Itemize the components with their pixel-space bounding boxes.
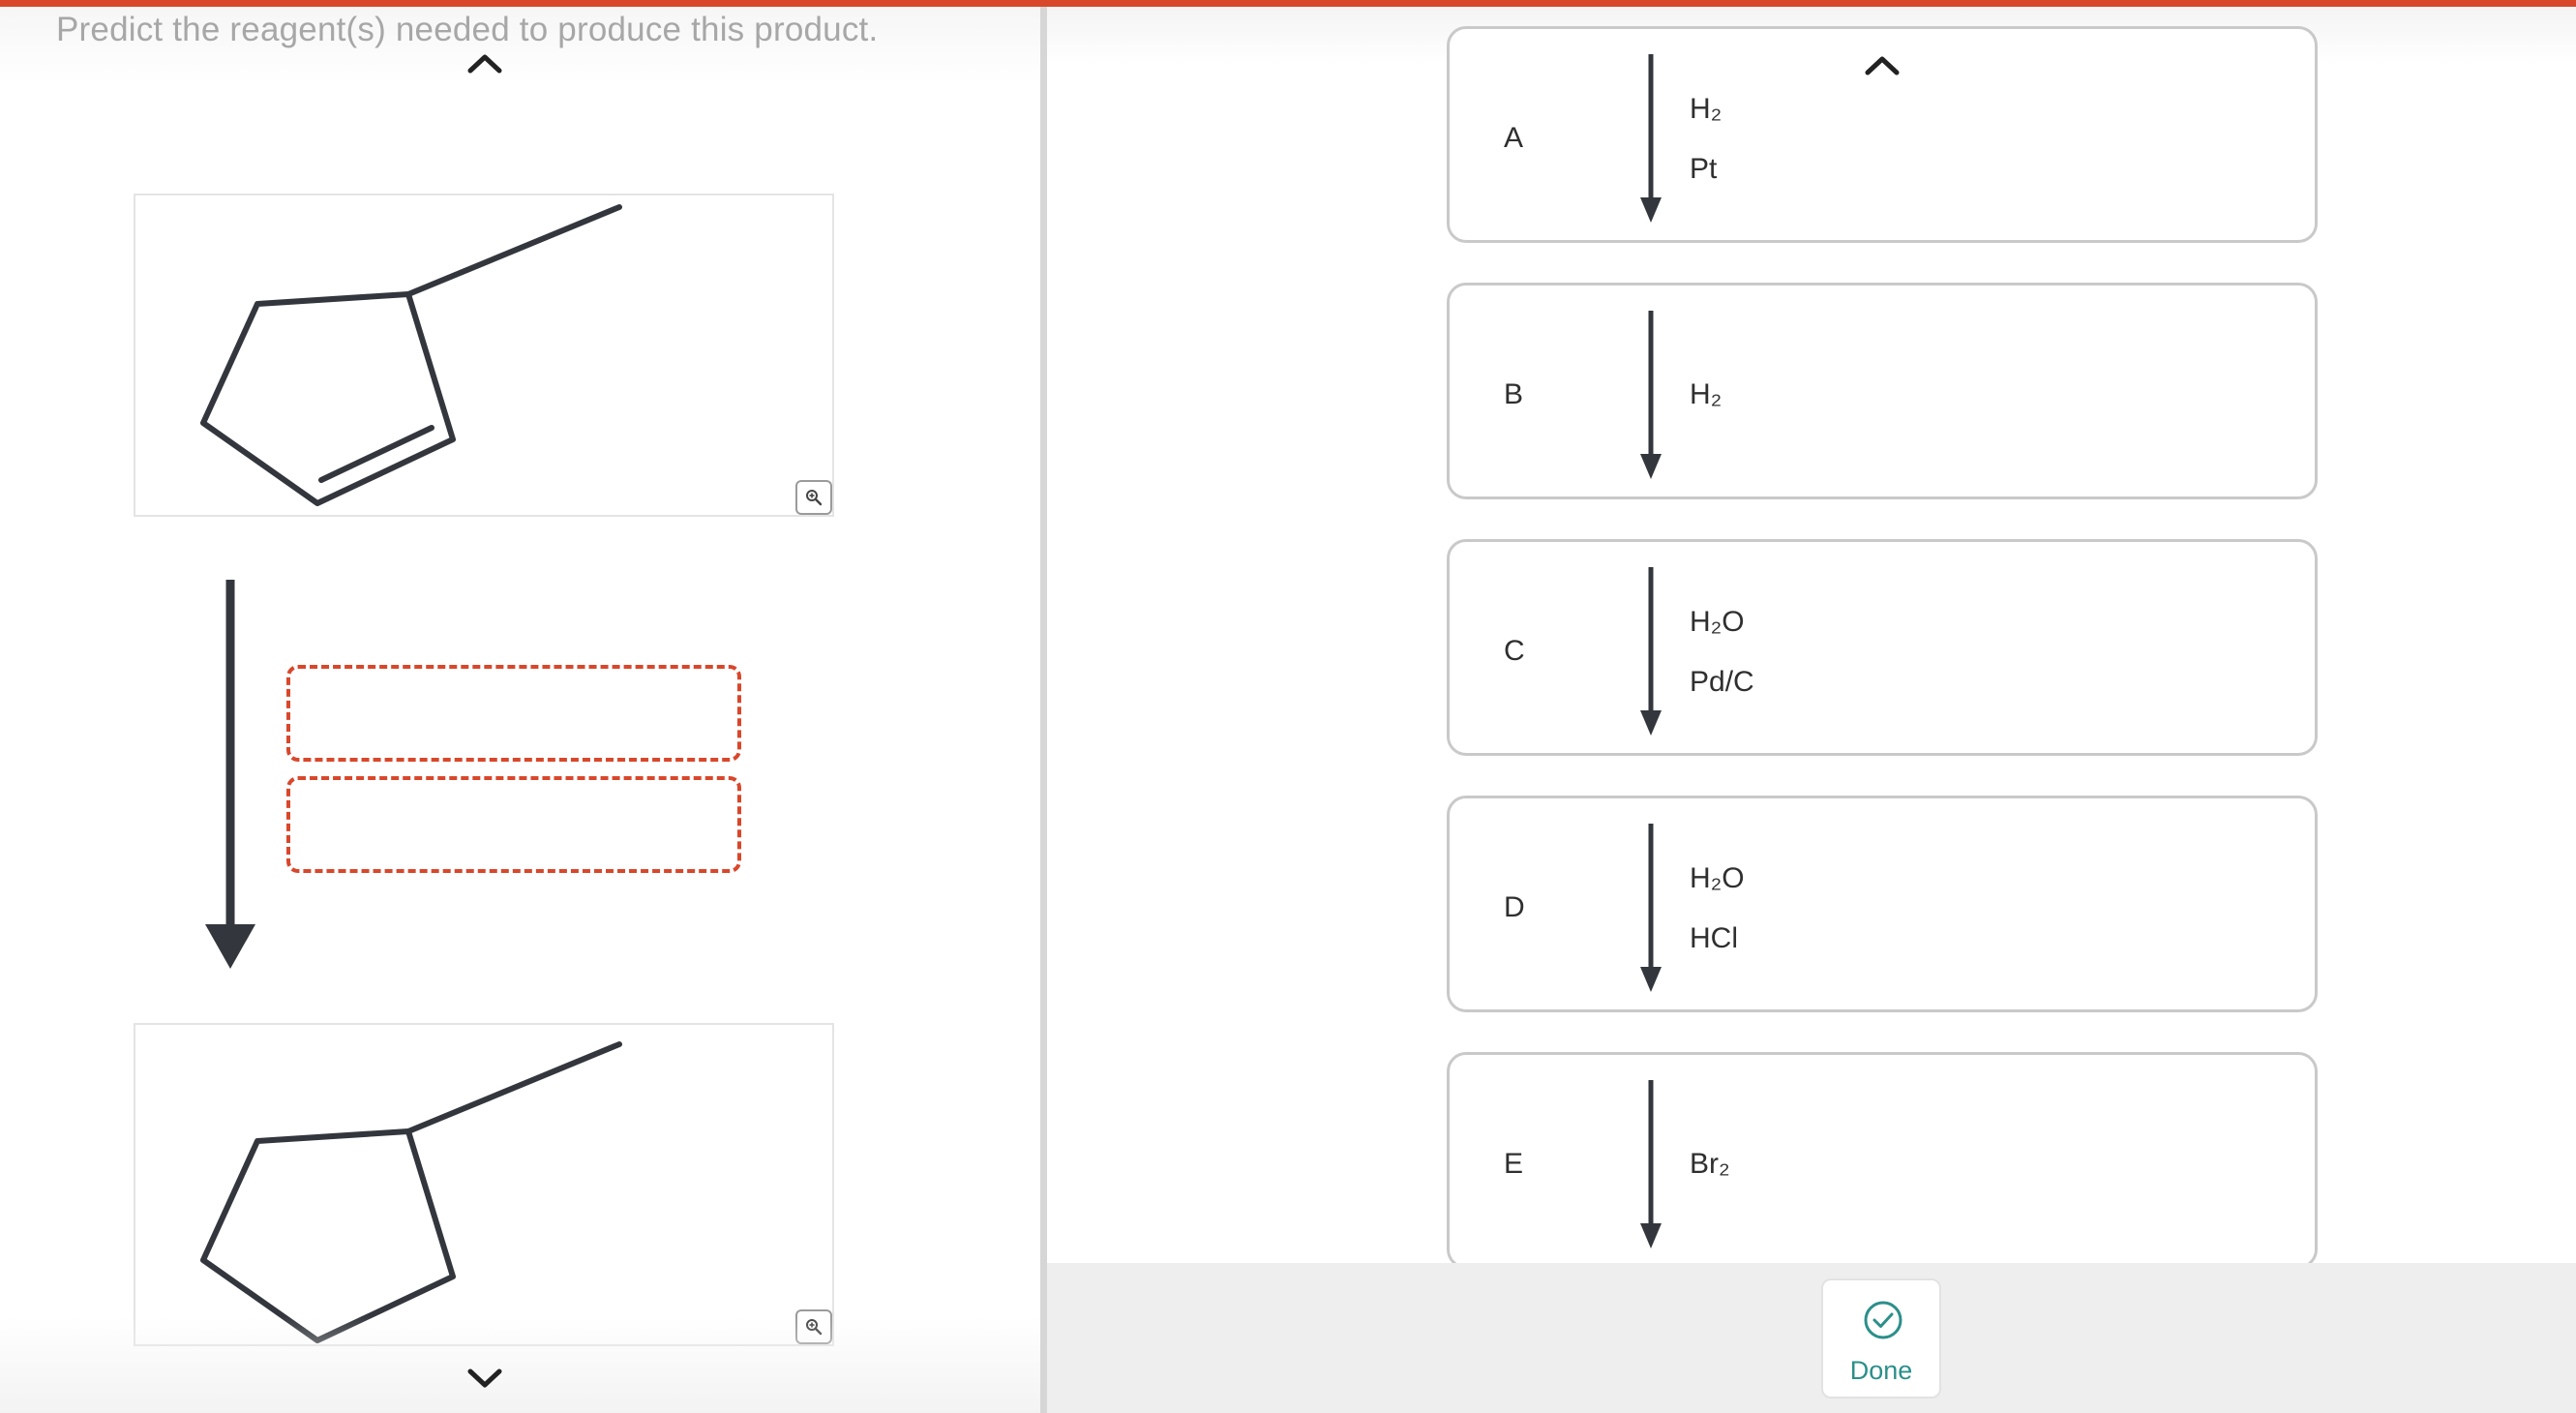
option-letter: C (1504, 635, 1525, 667)
footer-bar: Done (1047, 1263, 2576, 1413)
option-e[interactable]: E Br₂ (1447, 1052, 2318, 1263)
option-letter: B (1504, 378, 1524, 410)
magnifier-zoom-icon (806, 1319, 823, 1336)
option-reagent-2: Pt (1690, 153, 1718, 185)
option-reagent-1: H₂ (1690, 93, 1722, 125)
options-list: A H₂ Pt B H₂ C H₂O Pd/C D H₂O HCl E Br₂ (1047, 7, 2576, 1263)
checkmark-circle-icon (1864, 1301, 1902, 1339)
down-arrow-icon (1640, 311, 1662, 479)
chevron-up-icon[interactable] (1860, 47, 1904, 82)
product-structure (200, 1041, 622, 1343)
option-reagent-1: Br₂ (1690, 1148, 1730, 1180)
reaction-panel: Predict the reagent(s) needed to produce… (0, 7, 1040, 1413)
starting-material-box (134, 194, 834, 517)
chevron-down-icon[interactable] (463, 1362, 507, 1397)
down-arrow-icon (1640, 54, 1662, 223)
panel-divider (1040, 7, 1047, 1413)
reagent-drop-slot-2[interactable] (286, 776, 741, 873)
done-label: Done (1849, 1356, 1913, 1385)
option-reagent-1: H₂ (1690, 378, 1722, 410)
option-letter: A (1504, 122, 1524, 154)
done-button[interactable]: Done (1821, 1278, 1941, 1398)
down-arrow-icon (1640, 567, 1662, 736)
zoom-button[interactable] (795, 1309, 832, 1344)
option-reagent-2: Pd/C (1690, 666, 1754, 698)
option-reagent-1: H₂O (1690, 606, 1745, 638)
top-accent-bar (0, 0, 2576, 7)
option-reagent-2: HCl (1690, 922, 1738, 954)
answer-choices-panel: A H₂ Pt B H₂ C H₂O Pd/C D H₂O HCl E Br₂ … (1047, 7, 2576, 1413)
option-d[interactable]: D H₂O HCl (1447, 796, 2318, 1012)
zoom-button[interactable] (795, 480, 832, 515)
starting-material-structure (200, 204, 622, 506)
magnifier-zoom-icon (806, 490, 823, 506)
option-letter: D (1504, 891, 1525, 923)
chevron-up-icon[interactable] (463, 45, 507, 80)
option-b[interactable]: B H₂ (1447, 283, 2318, 499)
down-arrow-icon (1640, 1080, 1662, 1248)
down-arrow-icon (1640, 824, 1662, 992)
option-reagent-1: H₂O (1690, 862, 1745, 894)
option-letter: E (1504, 1148, 1524, 1180)
question-prompt: Predict the reagent(s) needed to produce… (56, 11, 879, 48)
reagent-drop-slot-1[interactable] (286, 665, 741, 762)
reaction-arrow-icon (205, 580, 255, 969)
option-c[interactable]: C H₂O Pd/C (1447, 539, 2318, 756)
product-box (134, 1023, 834, 1346)
